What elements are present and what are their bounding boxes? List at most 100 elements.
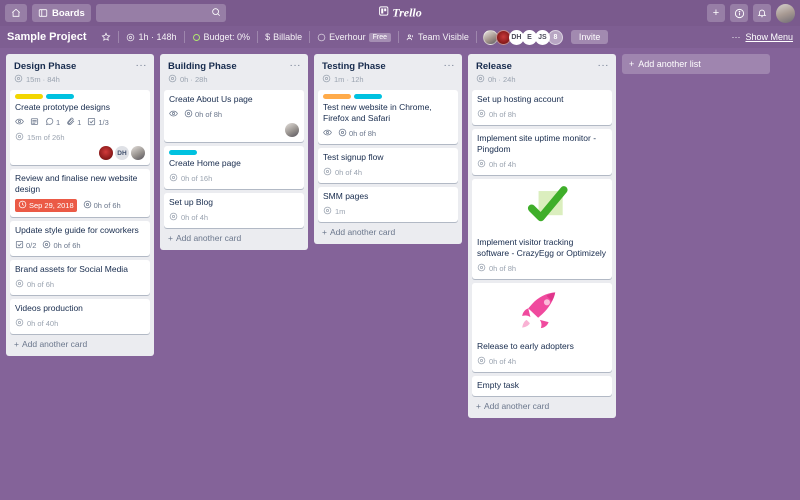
boards-label: Boards bbox=[52, 7, 85, 19]
card-time-value: 0h of 40h bbox=[27, 319, 59, 329]
list-title[interactable]: Building Phase bbox=[168, 61, 300, 72]
card-label[interactable] bbox=[15, 94, 43, 99]
board-card[interactable]: Empty task bbox=[472, 376, 612, 397]
board-card[interactable]: Create Home page 0h of 16h bbox=[164, 146, 304, 190]
watch-icon bbox=[169, 109, 178, 120]
list-time-value: 1m · 12h bbox=[334, 75, 364, 84]
card-badge-checklist[interactable]: 1/3 bbox=[87, 117, 109, 128]
board-card[interactable]: Review and finalise new website design S… bbox=[10, 169, 150, 218]
invite-button[interactable]: Invite bbox=[570, 30, 609, 44]
add-card-button[interactable]: + Add another card bbox=[318, 222, 458, 240]
card-time-tracked[interactable]: 0h of 6h bbox=[15, 279, 145, 290]
info-button[interactable] bbox=[730, 4, 748, 22]
add-card-button[interactable]: + Add another card bbox=[472, 396, 612, 414]
card-time-tracked[interactable]: 0h of 8h bbox=[477, 263, 607, 274]
card-time-tracked[interactable]: 15m of 26h bbox=[15, 132, 145, 143]
card-badge-time[interactable]: 0h of 8h bbox=[338, 128, 376, 139]
card-badge-watch[interactable] bbox=[169, 109, 178, 120]
board-card[interactable]: Set up hosting account 0h of 8h bbox=[472, 90, 612, 126]
card-badge-text: 0h of 8h bbox=[195, 110, 223, 120]
clock-icon bbox=[169, 173, 178, 184]
card-badge-watch[interactable] bbox=[323, 128, 332, 139]
everhour-badge[interactable]: Everhour Free bbox=[310, 32, 398, 42]
clock-icon bbox=[323, 206, 332, 217]
home-button[interactable] bbox=[5, 4, 27, 22]
add-list-button[interactable]: + Add another list bbox=[622, 54, 770, 74]
card-label[interactable] bbox=[169, 150, 197, 156]
add-button[interactable]: + bbox=[707, 4, 725, 22]
card-title: Create prototype designs bbox=[15, 102, 110, 112]
board-card[interactable]: SMM pages 1m bbox=[318, 187, 458, 223]
card-badge-time[interactable]: 0h of 6h bbox=[42, 240, 81, 251]
board-card[interactable]: Set up Blog 0h of 4h bbox=[164, 193, 304, 229]
boards-button[interactable]: Boards bbox=[32, 4, 91, 22]
board-card[interactable]: Test signup flow 0h of 4h bbox=[318, 148, 458, 184]
card-title: Brand assets for Social Media bbox=[15, 264, 128, 275]
list-title[interactable]: Release bbox=[476, 61, 608, 72]
card-member-avatar[interactable] bbox=[285, 123, 299, 138]
member-overflow-count[interactable]: 8 bbox=[547, 29, 563, 45]
list-menu-icon[interactable]: ··· bbox=[136, 60, 148, 71]
checklist-icon bbox=[87, 117, 96, 128]
add-card-label: Add another card bbox=[483, 401, 550, 412]
board-card[interactable]: Test new website in Chrome, Firefox and … bbox=[318, 90, 458, 145]
card-badge-time[interactable]: 0h of 8h bbox=[184, 109, 222, 120]
card-time-tracked[interactable]: 0h of 4h bbox=[477, 159, 607, 170]
card-time-tracked[interactable]: 0h of 4h bbox=[323, 167, 453, 178]
board-card[interactable]: Implement visitor tracking software - Cr… bbox=[472, 179, 612, 280]
card-time-tracked[interactable]: 0h of 4h bbox=[169, 212, 299, 223]
visibility-badge[interactable]: Team Visible bbox=[399, 32, 476, 42]
card-badge-watch[interactable] bbox=[15, 117, 24, 128]
trello-logo[interactable]: Trello bbox=[378, 6, 422, 21]
board-card[interactable]: Videos production 0h of 40h bbox=[10, 299, 150, 335]
clock-icon bbox=[322, 74, 331, 85]
card-member-avatar[interactable] bbox=[131, 146, 145, 161]
time-tracked-badge[interactable]: 1h · 148h bbox=[119, 32, 183, 42]
time-icon bbox=[42, 240, 51, 251]
card-time-tracked[interactable]: 0h of 40h bbox=[15, 318, 145, 329]
card-time-tracked[interactable]: 1m bbox=[323, 206, 453, 217]
clock-icon bbox=[477, 159, 486, 170]
board-list: Building Phase ··· 0h · 28h Create About… bbox=[160, 54, 308, 251]
plus-icon: + bbox=[14, 339, 19, 350]
card-badge-due[interactable]: Sep 29, 2018 bbox=[15, 199, 77, 213]
card-label[interactable] bbox=[46, 94, 74, 99]
notification-bell-icon[interactable] bbox=[753, 4, 771, 22]
card-badge-attachment[interactable]: 1 bbox=[66, 117, 81, 128]
card-badge-description[interactable] bbox=[30, 117, 39, 128]
board-card[interactable]: Update style guide for coworkers 0/2 0h … bbox=[10, 221, 150, 257]
attachment-icon bbox=[66, 117, 75, 128]
card-badge-time[interactable]: 0h of 6h bbox=[83, 200, 121, 211]
board-card[interactable]: Create prototype designs 1 1 1/3 15m of … bbox=[10, 90, 150, 166]
card-time-tracked[interactable]: 0h of 4h bbox=[477, 356, 607, 367]
board-canvas: Design Phase ··· 15m · 84h Create protot… bbox=[0, 48, 800, 500]
card-time-value: 0h of 8h bbox=[489, 110, 517, 120]
show-menu-button[interactable]: ··· Show Menu bbox=[731, 32, 793, 42]
card-label[interactable] bbox=[354, 94, 382, 99]
search-input[interactable] bbox=[95, 4, 226, 22]
list-title[interactable]: Testing Phase bbox=[322, 61, 454, 72]
board-card[interactable]: Create About Us page 0h of 8h bbox=[164, 90, 304, 143]
add-card-button[interactable]: + Add another card bbox=[10, 334, 150, 352]
card-badge-comment[interactable]: 1 bbox=[45, 117, 60, 128]
board-card[interactable]: Brand assets for Social Media 0h of 6h bbox=[10, 260, 150, 296]
list-title[interactable]: Design Phase bbox=[14, 61, 146, 72]
user-avatar[interactable] bbox=[776, 3, 795, 23]
add-card-button[interactable]: + Add another card bbox=[164, 228, 304, 246]
card-member-avatar[interactable]: DH bbox=[115, 146, 129, 161]
board-card[interactable]: Release to early adopters 0h of 4h bbox=[472, 283, 612, 373]
card-badge-checklist[interactable]: 0/2 bbox=[15, 240, 36, 251]
budget-badge[interactable]: Budget: 0% bbox=[185, 32, 258, 42]
card-member-avatar[interactable] bbox=[99, 146, 113, 161]
star-icon[interactable] bbox=[94, 32, 118, 42]
card-label[interactable] bbox=[323, 94, 351, 99]
card-time-tracked[interactable]: 0h of 16h bbox=[169, 173, 299, 184]
board-card[interactable]: Implement site uptime monitor - Pingdom … bbox=[472, 129, 612, 176]
clock-icon bbox=[477, 356, 486, 367]
billable-badge[interactable]: $ Billable bbox=[258, 32, 309, 42]
clock-icon bbox=[14, 74, 23, 85]
list-menu-icon[interactable]: ··· bbox=[290, 60, 302, 71]
list-menu-icon[interactable]: ··· bbox=[598, 60, 610, 71]
list-menu-icon[interactable]: ··· bbox=[444, 60, 456, 71]
card-time-tracked[interactable]: 0h of 8h bbox=[477, 109, 607, 120]
